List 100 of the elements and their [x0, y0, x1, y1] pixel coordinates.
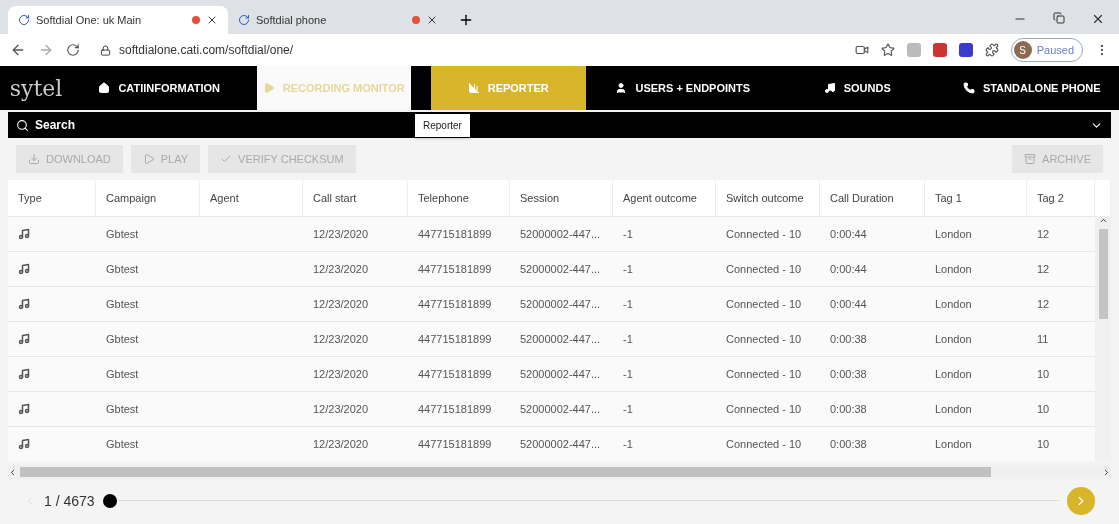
logo: sytel: [8, 74, 64, 103]
search-icon: [16, 118, 29, 132]
extension-icon[interactable]: [958, 43, 973, 57]
lock-icon: [100, 44, 111, 56]
scroll-thumb[interactable]: [20, 467, 991, 477]
table-cell: London: [925, 391, 1027, 426]
table-cell: 447715181899: [408, 251, 510, 286]
camera-icon[interactable]: [854, 43, 869, 57]
column-header[interactable]: Type: [8, 180, 96, 216]
table-cell: Gbtest: [96, 321, 200, 356]
table-cell: Gbtest: [96, 391, 200, 426]
table-cell: Connected - 10: [716, 391, 820, 426]
scroll-right-icon[interactable]: [1102, 467, 1111, 477]
nav-tab[interactable]: CATIINFORMATION: [82, 66, 237, 110]
table-cell: 12/23/2020: [303, 391, 408, 426]
table-cell: -1: [613, 356, 716, 391]
table-cell: 0:00:38: [820, 426, 925, 461]
table-cell: 52000002-447...: [510, 356, 613, 391]
table-cell: Connected - 10: [716, 426, 820, 461]
nav-tab[interactable]: SOUNDS: [780, 66, 935, 110]
scroll-left-icon[interactable]: [8, 467, 17, 477]
tab-title: Softdial One: uk Main: [36, 14, 143, 26]
column-header[interactable]: Agent: [200, 180, 303, 216]
table-cell: 10: [1027, 391, 1095, 426]
table-cell: -1: [613, 321, 716, 356]
scroll-thumb[interactable]: [1098, 229, 1108, 319]
nav-tab[interactable]: USERS + ENDPOINTS: [605, 66, 760, 110]
table-cell: Gbtest: [96, 216, 200, 251]
tooltip: Reporter: [415, 114, 470, 137]
close-icon[interactable]: [1091, 12, 1105, 26]
table-cell: Gbtest: [96, 356, 200, 391]
table-cell: 12: [1027, 216, 1095, 251]
new-tab-icon[interactable]: [458, 12, 474, 28]
table-cell: 12/23/2020: [303, 321, 408, 356]
phone-icon: [962, 82, 975, 94]
reload-icon[interactable]: [66, 43, 80, 57]
table-cell: 447715181899: [408, 216, 510, 251]
scroll-up-icon[interactable]: [1098, 216, 1108, 225]
table-cell: Connected - 10: [716, 356, 820, 391]
table-cell: 12/23/2020: [303, 216, 408, 251]
music-icon: [18, 403, 30, 415]
table-cell: 12/23/2020: [303, 251, 408, 286]
table-cell: 52000002-447...: [510, 426, 613, 461]
table-cell: -1: [613, 286, 716, 321]
close-icon[interactable]: [206, 14, 218, 26]
table-cell: 11: [1027, 321, 1095, 356]
table-cell: Gbtest: [96, 251, 200, 286]
horizontal-scrollbar[interactable]: [8, 465, 1111, 479]
table-cell: -1: [613, 216, 716, 251]
browser-tab[interactable]: Softdial phone: [228, 6, 448, 34]
table-cell: 10: [1027, 356, 1095, 391]
home-icon: [98, 82, 111, 94]
column-header[interactable]: Tag 2: [1027, 180, 1095, 216]
table-cell: 12/23/2020: [303, 286, 408, 321]
column-header[interactable]: Tag 1: [925, 180, 1027, 216]
archive-icon: [1024, 153, 1037, 165]
table-cell: Connected - 10: [716, 216, 820, 251]
puzzle-icon[interactable]: [984, 43, 999, 57]
table-cell: London: [925, 286, 1027, 321]
table-cell: London: [925, 426, 1027, 461]
column-header[interactable]: Switch outcome: [716, 180, 820, 216]
column-header[interactable]: Telephone: [408, 180, 510, 216]
restore-icon[interactable]: [1053, 12, 1065, 24]
vertical-scrollbar[interactable]: [1095, 216, 1111, 461]
site-icon: [18, 14, 30, 26]
table-cell: 0:00:38: [820, 356, 925, 391]
download-icon: [28, 153, 40, 165]
music-icon: [823, 82, 836, 94]
table-cell: 12/23/2020: [303, 356, 408, 391]
column-header[interactable]: Agent outcome: [613, 180, 716, 216]
star-icon[interactable]: [880, 43, 895, 57]
close-icon[interactable]: [426, 14, 438, 26]
search-label: Search: [35, 118, 76, 132]
page-indicator: 1 / 4673: [44, 493, 95, 509]
table-cell: 0:00:38: [820, 391, 925, 426]
table-cell: London: [925, 216, 1027, 251]
tab-title: Softdial phone: [256, 14, 328, 26]
music-icon: [18, 263, 30, 275]
slider-thumb[interactable]: [102, 494, 117, 508]
column-header[interactable]: Campaign: [96, 180, 200, 216]
recording-icon: [412, 16, 420, 24]
table-cell: Gbtest: [96, 426, 200, 461]
table-cell: 447715181899: [408, 286, 510, 321]
back-icon[interactable]: [10, 42, 26, 58]
table-cell: -1: [613, 251, 716, 286]
table-cell: London: [925, 251, 1027, 286]
table-cell: 447715181899: [408, 356, 510, 391]
table-cell: 12/23/2020: [303, 426, 408, 461]
table-cell: 0:00:38: [820, 321, 925, 356]
table-cell: 12: [1027, 286, 1095, 321]
column-header[interactable]: Call Duration: [820, 180, 925, 216]
site-icon: [238, 14, 250, 26]
nav-tab[interactable]: STANDALONE PHONE: [954, 66, 1109, 110]
table-cell: Connected - 10: [716, 321, 820, 356]
extension-icon[interactable]: [932, 43, 947, 57]
table-cell: London: [925, 321, 1027, 356]
browser-tab[interactable]: Softdial One: uk Main: [8, 6, 228, 34]
table-cell: 447715181899: [408, 321, 510, 356]
column-header[interactable]: Call start: [303, 180, 408, 216]
column-header[interactable]: Session: [510, 180, 613, 216]
